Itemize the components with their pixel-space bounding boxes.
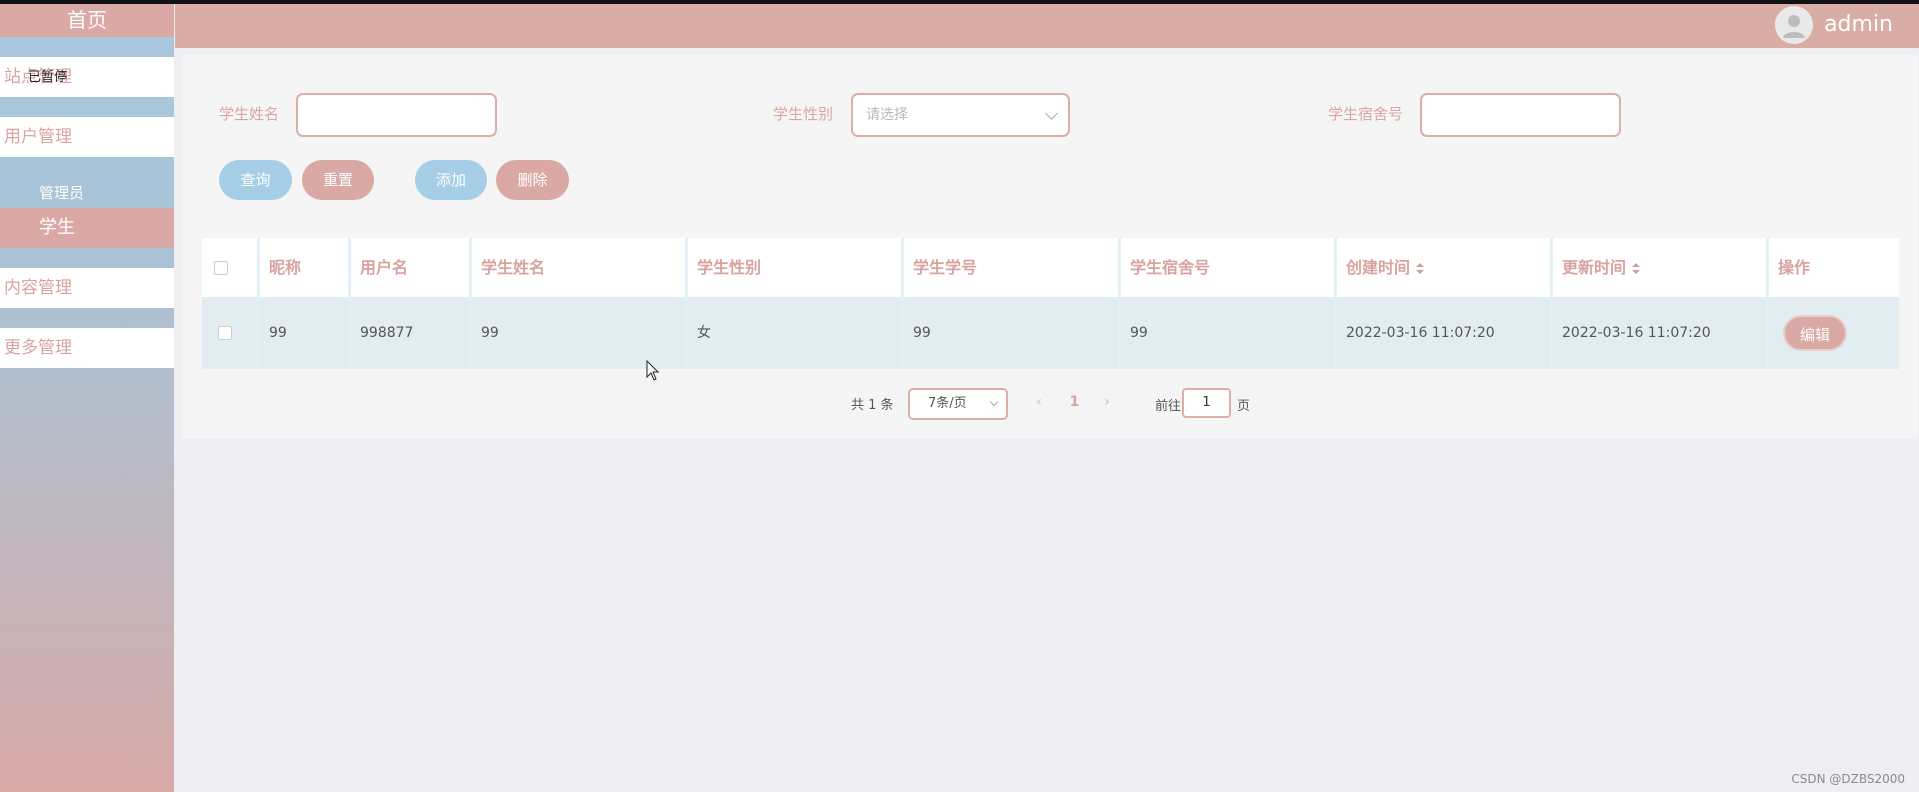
col-updated-time[interactable]: 更新时间	[1550, 238, 1766, 297]
student-dorm-input[interactable]	[1420, 93, 1621, 137]
sidebar-group-more[interactable]: 更多管理	[0, 328, 174, 368]
cell-student-dorm: 99	[1118, 297, 1334, 369]
cell-student-name: 99	[469, 297, 685, 369]
main-card: 学生姓名 学生性别 请选择 学生宿舍号 查询 重置 添加 删除 昵称 用户名 学…	[183, 55, 1918, 439]
edit-button[interactable]: 编辑	[1783, 315, 1847, 351]
avatar[interactable]	[1775, 6, 1813, 44]
sidebar: 首页 站点管理 已暂停 用户管理 管理员 学生 内容管理 更多管理	[0, 4, 174, 792]
user-avatar-icon	[1775, 6, 1813, 44]
watermark: CSDN @DZBS2000	[1791, 772, 1905, 786]
mouse-cursor-icon	[646, 360, 660, 381]
student-name-label: 学生姓名	[219, 105, 280, 123]
col-student-name: 学生姓名	[469, 238, 685, 297]
sidebar-home[interactable]: 首页	[0, 4, 174, 37]
col-student-dorm: 学生宿舍号	[1118, 238, 1334, 297]
goto-suffix: 页	[1237, 399, 1251, 414]
query-button[interactable]: 查询	[219, 160, 292, 200]
student-gender-select[interactable]: 请选择	[851, 93, 1070, 137]
chevron-left-icon: ‹	[1036, 394, 1042, 410]
cell-actions: 编辑	[1766, 297, 1899, 369]
student-gender-label: 学生性别	[773, 105, 834, 123]
page-size-select[interactable]: 7条/页	[908, 388, 1008, 420]
row-checkbox[interactable]	[218, 326, 232, 340]
cell-student-no: 99	[901, 297, 1118, 369]
student-dorm-label: 学生宿舍号	[1328, 105, 1404, 123]
page-size-value: 7条/页	[928, 396, 967, 411]
pagination-total: 共 1 条	[851, 398, 894, 413]
cell-student-gender: 女	[685, 297, 901, 369]
gender-select-placeholder: 请选择	[866, 107, 908, 123]
chevron-down-icon	[989, 397, 999, 407]
table-row: 99 998877 99 女 99 99 2022-03-16 11:07:20…	[202, 297, 1899, 369]
sidebar-group-content[interactable]: 内容管理	[0, 268, 174, 308]
prev-page-button[interactable]: ‹	[1024, 388, 1054, 416]
col-username: 用户名	[348, 238, 469, 297]
col-nickname: 昵称	[257, 238, 348, 297]
cell-updated-time: 2022-03-16 11:07:20	[1550, 297, 1766, 369]
student-name-input[interactable]	[296, 93, 497, 137]
header-select-cell	[202, 238, 257, 297]
sort-icon[interactable]	[1632, 262, 1641, 275]
sort-icon[interactable]	[1416, 262, 1425, 275]
table-header: 昵称 用户名 学生姓名 学生性别 学生学号 学生宿舍号 创建时间 更新时间 操作	[202, 238, 1899, 297]
sidebar-item-student[interactable]: 学生	[0, 208, 174, 248]
paused-overlay-text: 已暂停	[28, 70, 68, 85]
reset-button[interactable]: 重置	[302, 160, 374, 200]
top-header: admin	[175, 4, 1919, 48]
col-actions: 操作	[1766, 238, 1899, 297]
next-page-button[interactable]: ›	[1092, 388, 1122, 416]
goto-page-input[interactable]: 1	[1182, 388, 1231, 418]
cell-nickname: 99	[257, 297, 348, 369]
sidebar-item-admin[interactable]: 管理员	[0, 178, 174, 208]
col-student-no: 学生学号	[901, 238, 1118, 297]
add-button[interactable]: 添加	[415, 160, 487, 200]
chevron-right-icon: ›	[1104, 394, 1110, 410]
page-number-current[interactable]: 1	[1057, 388, 1092, 416]
sidebar-group-site[interactable]: 站点管理	[0, 57, 174, 97]
col-student-gender: 学生性别	[685, 238, 901, 297]
cell-created-time: 2022-03-16 11:07:20	[1334, 297, 1550, 369]
col-created-time[interactable]: 创建时间	[1334, 238, 1550, 297]
col-updated-time-label: 更新时间	[1562, 258, 1627, 277]
row-select-cell	[202, 297, 257, 369]
col-created-time-label: 创建时间	[1346, 258, 1411, 277]
chevron-down-icon	[1045, 107, 1058, 120]
cell-username: 998877	[348, 297, 469, 369]
header-username[interactable]: admin	[1824, 8, 1893, 42]
sidebar-group-users[interactable]: 用户管理	[0, 117, 174, 157]
delete-button[interactable]: 删除	[496, 160, 569, 200]
select-all-checkbox[interactable]	[214, 261, 228, 275]
goto-prefix: 前往	[1155, 399, 1182, 414]
